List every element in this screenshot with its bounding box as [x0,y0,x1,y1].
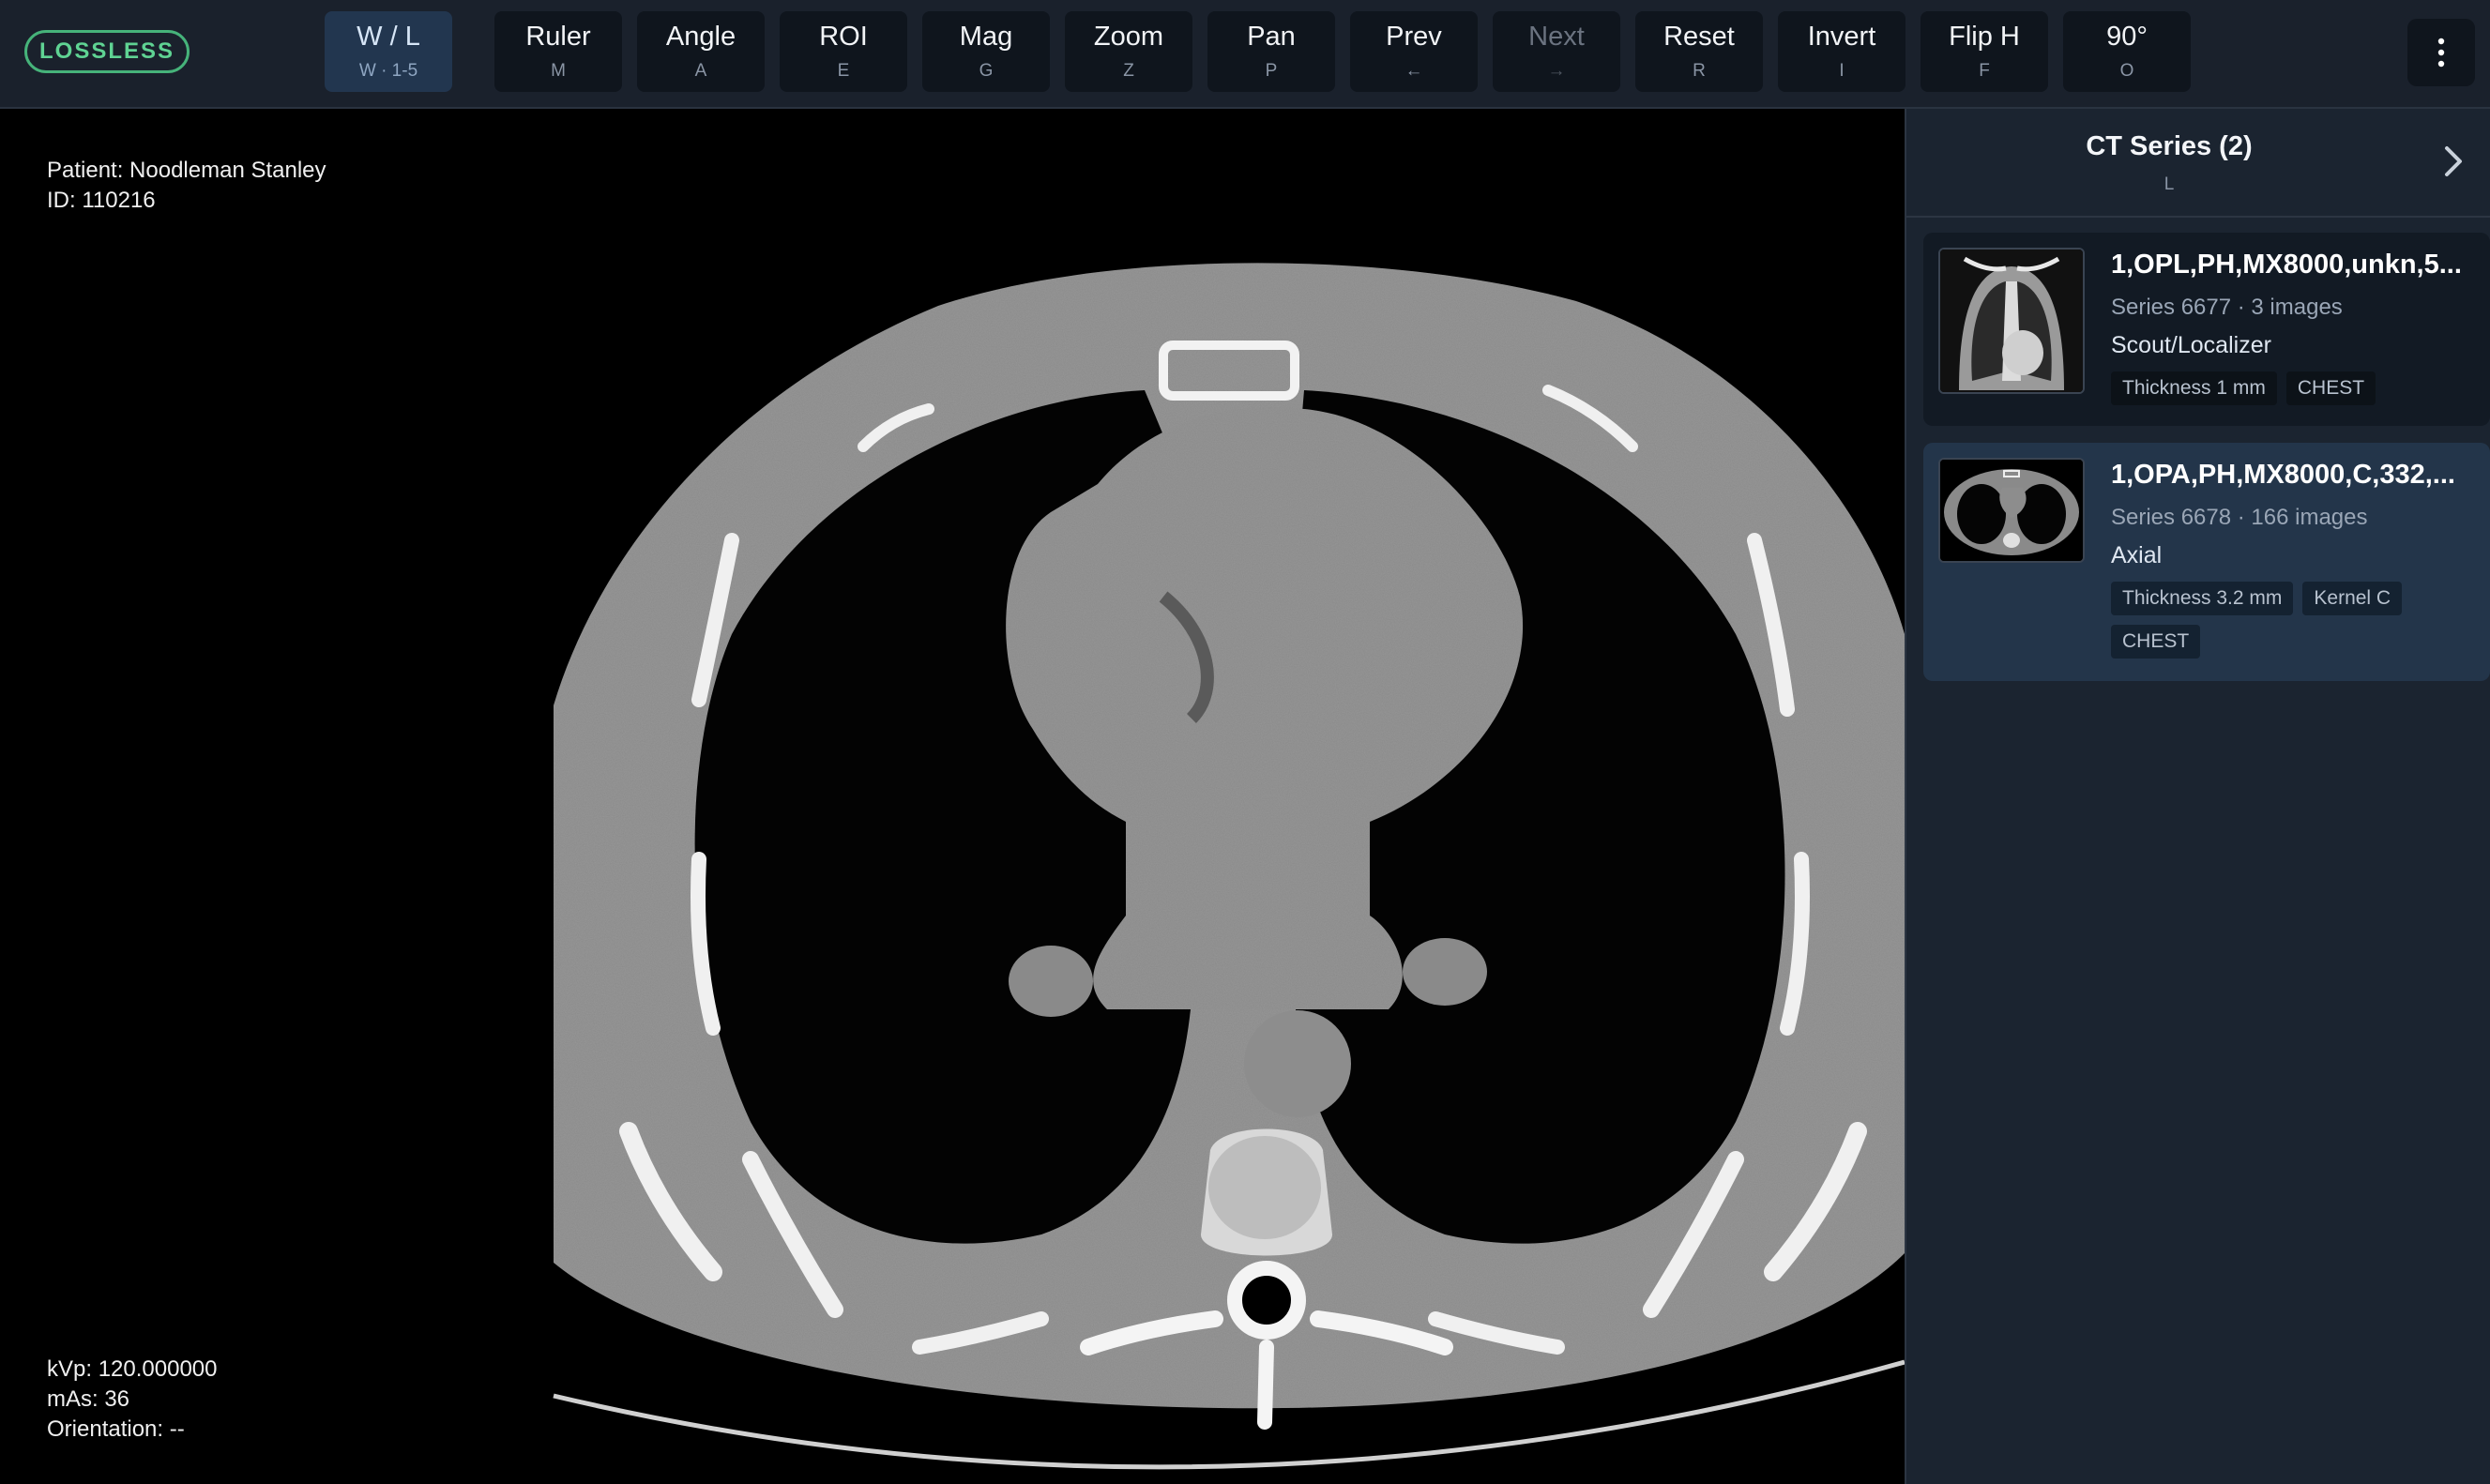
thickness-tag: Thickness 1 mm [2111,371,2277,405]
series-meta: Series 6678 · 166 images [2111,505,2368,530]
tool-label: Mag [959,22,1013,52]
series-tags: Thickness 1 mm CHEST [2111,371,2477,405]
tool-shortcut: I [1839,61,1845,81]
more-menu-button[interactable] [2407,19,2475,86]
acquisition-info-overlay: kVp: 120.000000 mAs: 36 Orientation: -- [47,1355,218,1445]
ct-axial-slice-image [553,263,1905,1470]
scout-xray-thumbnail-image [1940,250,2083,392]
body-part-tag: CHEST [2111,625,2201,659]
tool-shortcut: G [979,61,994,81]
tool-next-button[interactable]: Next → [1493,11,1620,92]
body-part-tag: CHEST [2285,371,2376,405]
image-viewport[interactable]: Patient: Noodleman Stanley ID: 110216 kV… [0,109,1905,1484]
tool-label: Ruler [525,22,591,52]
series-thumbnail [1938,458,2085,563]
patient-name: Patient: Noodleman Stanley [47,158,326,183]
series-tags: Thickness 3.2 mm Kernel C CHEST [2111,582,2477,659]
tool-ruler-button[interactable]: Ruler M [494,11,622,92]
tool-shortcut: M [551,61,566,81]
tool-label: Angle [665,22,736,52]
tool-label: Next [1528,22,1585,52]
tool-shortcut: → [1547,61,1566,81]
tool-shortcut: P [1265,61,1278,81]
patient-info-overlay: Patient: Noodleman Stanley ID: 110216 [47,156,326,216]
thickness-tag: Thickness 3.2 mm [2111,582,2294,615]
tool-magnify-button[interactable]: Mag G [922,11,1050,92]
tool-shortcut: ← [1404,61,1423,81]
series-title: 1,OPL,PH,MX8000,unkn,5... [2111,250,2462,280]
series-panel-title: CT Series (2) [2086,131,2253,161]
tool-shortcut: F [1979,61,1990,81]
mas-value: mAs: 36 [47,1386,130,1412]
series-panel: CT Series (2) L 1,OPL,PH,MX8000,unkn,5..… [1905,109,2490,1484]
series-card-axial[interactable]: 1,OPA,PH,MX8000,C,332,... Series 6678 · … [1923,443,2490,681]
tool-label: Flip H [1949,22,2020,52]
toolbar: LOSSLESS W / L W · 1-5 Ruler M Angle A R… [0,0,2490,109]
chevron-right-icon[interactable] [2436,143,2469,180]
tool-shortcut: O [2119,61,2134,81]
tool-label: Pan [1247,22,1296,52]
tool-label: W / L [357,22,420,52]
tool-window-level-button[interactable]: W / L W · 1-5 [325,11,452,92]
tool-label: Zoom [1093,22,1164,52]
kernel-tag: Kernel C [2302,582,2403,615]
tool-label: Prev [1386,22,1442,52]
series-meta: Series 6677 · 3 images [2111,295,2343,320]
tool-roi-button[interactable]: ROI E [780,11,907,92]
tool-label: 90° [2106,22,2148,52]
lossless-badge: LOSSLESS [24,30,190,73]
orientation-value: Orientation: -- [47,1416,185,1442]
tool-label: ROI [819,22,868,52]
series-panel-header[interactable]: CT Series (2) L [1906,109,2490,218]
tool-rotate-90-button[interactable]: 90° O [2063,11,2191,92]
tool-label: Reset [1663,22,1735,52]
tool-flip-h-button[interactable]: Flip H F [1921,11,2048,92]
series-card-scout[interactable]: 1,OPL,PH,MX8000,unkn,5... Series 6677 · … [1923,233,2490,426]
tool-shortcut: Z [1123,61,1134,81]
tool-reset-button[interactable]: Reset R [1635,11,1763,92]
tool-shortcut: E [837,61,850,81]
tool-pan-button[interactable]: Pan P [1207,11,1335,92]
patient-id: ID: 110216 [47,188,156,213]
tool-shortcut: W · 1-5 [358,61,418,81]
series-type: Scout/Localizer [2111,332,2271,358]
series-panel-shortcut: L [2164,174,2175,194]
tool-angle-button[interactable]: Angle A [637,11,765,92]
axial-ct-thumbnail-image [1940,460,2083,561]
tool-invert-button[interactable]: Invert I [1778,11,1905,92]
tool-shortcut: A [694,61,707,81]
kebab-menu-icon [2437,38,2445,68]
kvp-value: kVp: 120.000000 [47,1356,218,1382]
tool-shortcut: R [1693,61,1706,81]
series-title: 1,OPA,PH,MX8000,C,332,... [2111,460,2455,490]
tool-prev-button[interactable]: Prev ← [1350,11,1478,92]
series-type: Axial [2111,542,2163,568]
series-thumbnail [1938,248,2085,394]
tool-zoom-button[interactable]: Zoom Z [1065,11,1192,92]
tool-label: Invert [1807,22,1876,52]
